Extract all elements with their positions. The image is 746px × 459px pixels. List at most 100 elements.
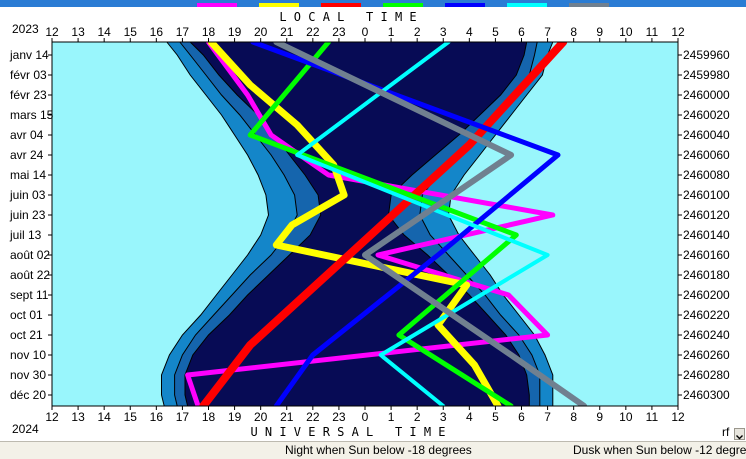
x-tick-label-top: 7 <box>544 25 551 39</box>
x-tick-label-bottom: 18 <box>202 410 216 424</box>
x-tick-label-bottom: 9 <box>596 410 603 424</box>
x-tick-label-bottom: 15 <box>124 410 138 424</box>
x-tick-label-top: 20 <box>254 25 268 39</box>
y-tick-label-left: oct 21 <box>10 328 43 342</box>
y-tick-label-right: 2460180 <box>683 268 730 282</box>
x-tick-label-top: 12 <box>671 25 685 39</box>
x-tick-label-bottom: 17 <box>176 410 190 424</box>
x-tick-label-top: 8 <box>570 25 577 39</box>
plot-area <box>52 41 678 407</box>
x-tick-label-bottom: 2 <box>414 410 421 424</box>
y-tick-label-left: nov 10 <box>10 348 46 362</box>
x-tick-label-top: 10 <box>619 25 633 39</box>
night-chart: 12 13 14 15 16 17 18 19 20 21 22 23 0 1 2 3 4 5 6 7 8 9 10 11 12… <box>0 0 746 440</box>
legend-swatch <box>507 3 547 7</box>
y-tick-label-right: 2460020 <box>683 108 730 122</box>
x-tick-label-bottom: 6 <box>518 410 525 424</box>
y-tick-label-left: févr 23 <box>10 88 47 102</box>
scroll-down-button[interactable] <box>734 428 745 440</box>
x-tick-label-top: 1 <box>388 25 395 39</box>
y-tick-label-left: avr 24 <box>10 148 44 162</box>
x-tick-label-bottom: 5 <box>492 410 499 424</box>
application-window: 12 13 14 15 16 17 18 19 20 21 22 23 0 1 2 3 4 5 6 7 8 9 10 11 12… <box>0 0 746 459</box>
y-tick-label-left: janv 14 <box>9 48 49 62</box>
x-tick-label-bottom: 4 <box>466 410 473 424</box>
y-tick-label-left: juil 13 <box>9 228 42 242</box>
y-tick-label-right: 2460280 <box>683 368 730 382</box>
chart-title-top: L O C A L T I M E <box>279 10 416 24</box>
x-tick-label-top: 21 <box>280 25 294 39</box>
x-tick-label-bottom: 12 <box>45 410 59 424</box>
y-tick-label-right: 2460200 <box>683 288 730 302</box>
x-tick-label-top: 4 <box>466 25 473 39</box>
x-tick-label-top: 19 <box>228 25 242 39</box>
y-tick-label-right: 2460220 <box>683 308 730 322</box>
y-tick-label-left: nov 30 <box>10 368 46 382</box>
x-tick-label-top: 0 <box>362 25 369 39</box>
y-tick-label-right: 2460120 <box>683 208 730 222</box>
title-bar <box>0 0 746 7</box>
x-tick-label-top: 18 <box>202 25 216 39</box>
x-tick-label-bottom: 19 <box>228 410 242 424</box>
y-tick-label-left: août 02 <box>10 248 50 262</box>
y-tick-label-left: déc 20 <box>10 388 46 402</box>
y-tick-label-left: août 22 <box>10 268 50 282</box>
x-tick-label-top: 22 <box>306 25 320 39</box>
x-tick-label-bottom: 12 <box>671 410 685 424</box>
y-tick-label-right: 2460300 <box>683 388 730 402</box>
corner-label: rf <box>722 425 730 439</box>
x-tick-label-bottom: 11 <box>646 410 659 424</box>
y-tick-label-right: 2460140 <box>683 228 730 242</box>
x-tick-label-top: 14 <box>97 25 111 39</box>
x-tick-label-top: 15 <box>124 25 138 39</box>
x-tick-label-bottom: 1 <box>388 410 395 424</box>
y-tick-label-right: 2460080 <box>683 168 730 182</box>
y-tick-label-left: sept 11 <box>10 288 49 302</box>
legend-swatch <box>445 3 485 7</box>
x-tick-label-bottom: 14 <box>97 410 111 424</box>
x-tick-label-bottom: 23 <box>332 410 346 424</box>
x-tick-label-top: 3 <box>440 25 447 39</box>
y-tick-label-right: 2460060 <box>683 148 730 162</box>
x-tick-label-bottom: 13 <box>71 410 85 424</box>
y-tick-label-right: 2460240 <box>683 328 730 342</box>
y-tick-label-left: mars 15 <box>10 108 54 122</box>
y-tick-label-right: 2460260 <box>683 348 730 362</box>
x-tick-label-bottom: 3 <box>440 410 447 424</box>
y-tick-label-left: mai 14 <box>10 168 46 182</box>
x-tick-label-top: 2 <box>414 25 421 39</box>
y-tick-label-right: 2460000 <box>683 88 730 102</box>
x-tick-label-top: 12 <box>45 25 59 39</box>
legend-swatch <box>569 3 609 7</box>
legend-swatch <box>259 3 299 7</box>
x-tick-label-top: 11 <box>646 25 659 39</box>
legend-swatch <box>197 3 237 7</box>
y-tick-label-left: oct 01 <box>10 308 43 322</box>
y-tick-label-left: juin 23 <box>9 208 46 222</box>
status-bar: Night when Sun below -18 degrees Dusk wh… <box>0 441 746 459</box>
y-tick-label-left: févr 03 <box>10 68 47 82</box>
x-tick-label-bottom: 7 <box>544 410 551 424</box>
x-tick-label-bottom: 21 <box>280 410 294 424</box>
x-tick-label-top: 23 <box>332 25 346 39</box>
x-tick-label-bottom: 8 <box>570 410 577 424</box>
year-top-label: 2023 <box>12 22 39 36</box>
legend-swatch <box>383 3 423 7</box>
x-tick-label-top: 13 <box>71 25 85 39</box>
y-tick-label-left: avr 04 <box>10 128 44 142</box>
x-tick-label-top: 5 <box>492 25 499 39</box>
x-tick-label-top: 16 <box>150 25 164 39</box>
x-tick-label-bottom: 22 <box>306 410 320 424</box>
y-tick-label-right: 2460040 <box>683 128 730 142</box>
x-tick-label-top: 9 <box>596 25 603 39</box>
y-tick-label-right: 2460100 <box>683 188 730 202</box>
x-tick-label-top: 6 <box>518 25 525 39</box>
y-tick-label-right: 2459980 <box>683 68 730 82</box>
x-tick-label-bottom: 16 <box>150 410 164 424</box>
x-tick-label-top: 17 <box>176 25 190 39</box>
legend-swatch <box>321 3 361 7</box>
chart-title-bottom: U N I V E R S A L T I M E <box>250 425 445 439</box>
y-tick-label-right: 2459960 <box>683 48 730 62</box>
x-tick-label-bottom: 0 <box>362 410 369 424</box>
year-bottom-label: 2024 <box>12 422 39 436</box>
